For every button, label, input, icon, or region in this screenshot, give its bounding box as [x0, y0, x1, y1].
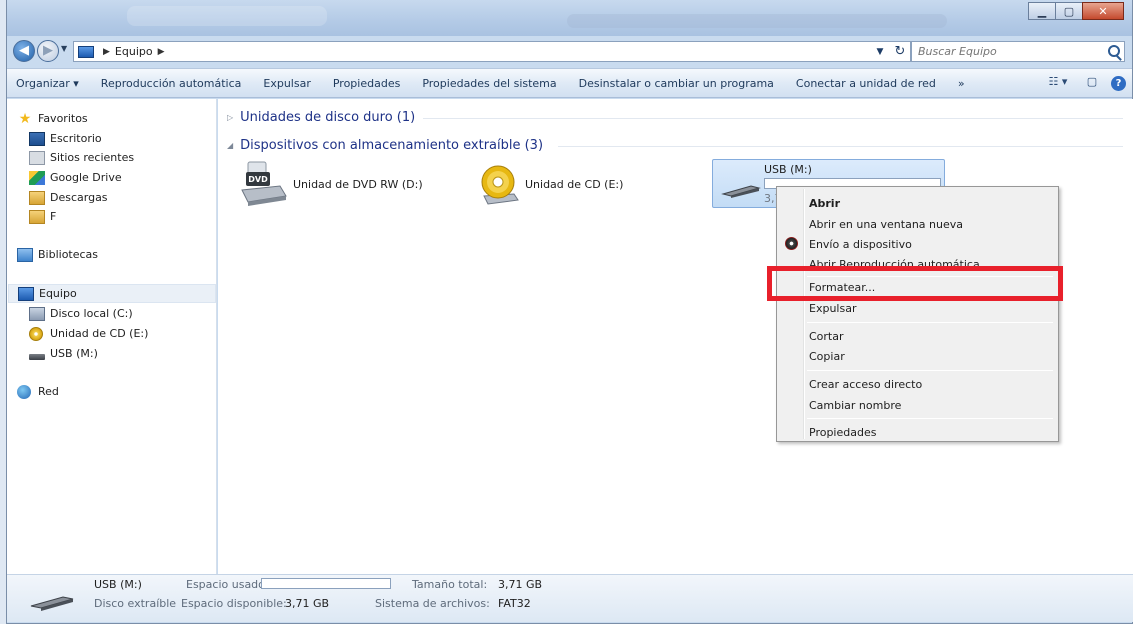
filesystem-value: FAT32	[498, 597, 531, 610]
menu-item-send-to-device[interactable]: Envío a dispositivo	[780, 234, 1055, 254]
cd-drive-icon	[29, 326, 43, 341]
svg-text:DVD: DVD	[248, 175, 268, 184]
usb-drive-name: USB (M:)	[764, 163, 812, 176]
help-icon[interactable]: ?	[1111, 75, 1126, 91]
minimize-button[interactable]: ▁	[1028, 2, 1056, 20]
menu-item-open-new-window[interactable]: Abrir en una ventana nueva	[780, 214, 1055, 234]
uninstall-program-button[interactable]: Desinstalar o cambiar un programa	[568, 77, 785, 90]
folder-icon	[29, 209, 45, 224]
details-name: USB (M:)	[94, 578, 142, 591]
map-network-drive-button[interactable]: Conectar a unidad de red	[785, 77, 947, 90]
desktop-icon	[29, 131, 45, 146]
libraries-icon	[17, 247, 33, 262]
computer-icon	[78, 45, 94, 58]
star-icon: ★	[18, 110, 32, 127]
filesystem-label: Sistema de archivos:	[375, 597, 490, 610]
sidebar-item-descargas[interactable]: Descargas	[29, 188, 108, 207]
computer-icon	[18, 286, 34, 301]
dvd-drive-label[interactable]: Unidad de DVD RW (D:)	[293, 178, 423, 191]
search-input[interactable]	[918, 45, 1098, 58]
sidebar-item-sitios-recientes[interactable]: Sitios recientes	[29, 148, 134, 167]
group-header-hard-disks[interactable]: ▷ Unidades de disco duro (1)	[227, 108, 415, 126]
breadcrumb-separator-icon[interactable]: ▶	[158, 47, 165, 57]
window-controls: ▁ ▢ ✕	[1028, 2, 1124, 20]
menu-item-create-shortcut[interactable]: Crear acceso directo	[780, 374, 1055, 394]
menu-item-rename[interactable]: Cambiar nombre	[780, 395, 1055, 415]
autoplay-button[interactable]: Reproducción automática	[90, 77, 253, 90]
cd-drive-icon[interactable]	[478, 162, 520, 206]
downloads-folder-icon	[29, 190, 45, 205]
free-space-value: 3,71 GB	[285, 597, 330, 610]
eject-button[interactable]: Expulsar	[252, 77, 321, 90]
close-button[interactable]: ✕	[1082, 2, 1124, 20]
navigation-pane: ★ Favoritos Escritorio Sitios recientes …	[7, 99, 217, 574]
menu-item-eject[interactable]: Expulsar	[780, 298, 1055, 318]
navigation-row: ◀ ▶ ▼ ▶ Equipo ▶ ▼ ↻	[7, 36, 1132, 66]
address-dropdown-icon[interactable]: ▼	[870, 47, 890, 57]
dvd-drive-icon[interactable]: DVD	[240, 156, 288, 208]
organize-button[interactable]: Organizar ▾	[7, 77, 90, 90]
properties-button[interactable]: Propiedades	[322, 77, 411, 90]
details-pane: USB (M:) Espacio usado: Tamaño total: 3,…	[7, 574, 1133, 622]
cd-drive-label[interactable]: Unidad de CD (E:)	[525, 178, 623, 191]
total-size-value: 3,71 GB	[498, 578, 543, 591]
sidebar-item-escritorio[interactable]: Escritorio	[29, 129, 102, 148]
refresh-icon[interactable]: ↻	[890, 44, 910, 59]
search-icon[interactable]	[1108, 45, 1120, 57]
drive-type: Disco extraíble	[94, 597, 177, 610]
command-bar: Organizar ▾ Reproducción automática Expu…	[7, 68, 1132, 98]
sidebar-item-usb[interactable]: USB (M:)	[29, 344, 98, 363]
preview-pane-icon[interactable]: ▢	[1083, 75, 1101, 91]
usb-drive-icon	[29, 353, 45, 360]
group-header-removable[interactable]: ◢ Dispositivos con almacenamiento extraí…	[227, 136, 543, 154]
usb-drive-icon	[721, 185, 761, 198]
usb-drive-icon	[30, 596, 74, 611]
title-bar[interactable]: ▁ ▢ ✕	[7, 0, 1132, 36]
sidebar-item-google-drive[interactable]: Google Drive	[29, 168, 122, 187]
menu-item-abrir[interactable]: Abrir	[780, 193, 1055, 213]
menu-item-properties[interactable]: Propiedades	[780, 422, 1055, 442]
search-box[interactable]	[911, 41, 1125, 62]
free-space-label: Espacio disponible:	[181, 597, 287, 610]
breadcrumb-separator-icon[interactable]: ▶	[103, 47, 110, 57]
system-properties-button[interactable]: Propiedades del sistema	[411, 77, 567, 90]
breadcrumb-equipo[interactable]: Equipo	[115, 45, 153, 58]
address-bar[interactable]: ▶ Equipo ▶ ▼ ↻	[73, 41, 911, 62]
expanded-arrow-icon[interactable]: ◢	[227, 141, 233, 150]
google-drive-icon	[29, 170, 45, 185]
menu-item-copy[interactable]: Copiar	[780, 346, 1055, 366]
sidebar-item-red[interactable]: Red	[17, 382, 59, 401]
sidebar-item-equipo[interactable]: Equipo	[8, 284, 216, 303]
total-size-label: Tamaño total:	[412, 578, 488, 591]
sidebar-item-disco-local[interactable]: Disco local (C:)	[29, 304, 133, 323]
sidebar-item-unidad-cd[interactable]: Unidad de CD (E:)	[29, 324, 148, 343]
context-menu: Abrir Abrir en una ventana nueva Envío a…	[776, 186, 1059, 442]
annotation-highlight-box	[767, 266, 1063, 301]
used-space-bar	[261, 578, 391, 589]
network-icon	[17, 384, 31, 399]
back-button[interactable]: ◀	[13, 40, 35, 62]
sidebar-item-f[interactable]: F	[29, 207, 56, 226]
sidebar-item-bibliotecas[interactable]: Bibliotecas	[17, 245, 98, 264]
sidebar-item-favoritos[interactable]: ★ Favoritos	[17, 109, 88, 128]
collapsed-arrow-icon[interactable]: ▷	[227, 113, 233, 122]
maximize-button[interactable]: ▢	[1055, 2, 1083, 20]
hard-disk-icon	[29, 306, 45, 321]
change-view-icon[interactable]: ☷ ▾	[1043, 75, 1073, 91]
recent-places-icon	[29, 150, 45, 165]
recent-pages-dropdown[interactable]: ▼	[61, 44, 67, 53]
menu-item-cut[interactable]: Cortar	[780, 326, 1055, 346]
more-commands-button[interactable]: »	[947, 77, 976, 90]
forward-button[interactable]: ▶	[37, 40, 59, 62]
used-space-label: Espacio usado:	[186, 578, 269, 591]
device-icon	[785, 237, 798, 250]
